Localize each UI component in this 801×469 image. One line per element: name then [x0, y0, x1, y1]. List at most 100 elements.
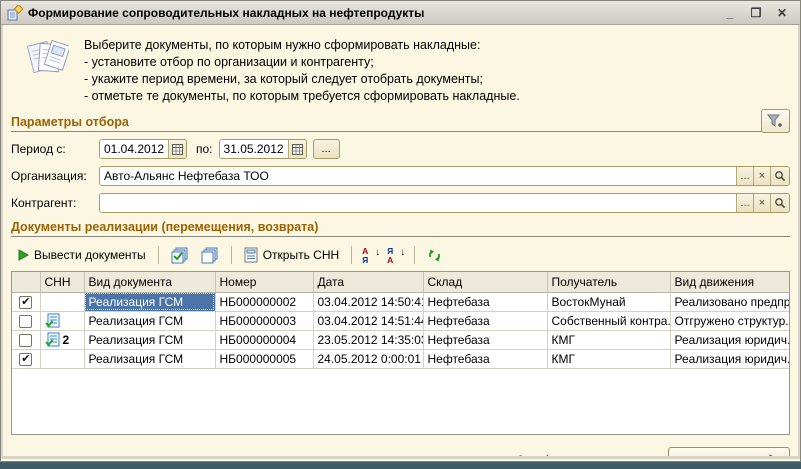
col-warehouse-header[interactable]: Склад — [423, 272, 547, 292]
check-all-button[interactable] — [168, 246, 192, 265]
clear-icon[interactable]: × — [753, 194, 770, 212]
row-checkbox[interactable] — [19, 353, 32, 366]
document-icon — [244, 247, 258, 263]
intro-block: Выберите документы, по которым нужно сфо… — [27, 35, 790, 105]
number-cell[interactable]: НБ000000005 — [215, 349, 313, 368]
documents-section-header: Документы реализации (перемещения, возвр… — [11, 220, 790, 237]
col-check-header[interactable] — [12, 272, 40, 292]
open-snn-label: Открыть СНН — [263, 248, 339, 262]
col-number-header[interactable]: Номер — [215, 272, 313, 292]
movement-cell[interactable]: Реализация юридич... — [670, 349, 789, 368]
warehouse-cell[interactable]: Нефтебаза — [423, 349, 547, 368]
receiver-cell[interactable]: КМГ — [547, 349, 670, 368]
receiver-cell[interactable]: Собственный контра... — [547, 311, 670, 330]
warehouse-cell[interactable]: Нефтебаза — [423, 292, 547, 311]
table-row[interactable]: Реализация ГСМ НБ000000003 03.04.2012 14… — [12, 311, 789, 330]
number-cell[interactable]: НБ000000003 — [215, 311, 313, 330]
receiver-cell[interactable]: КМГ — [547, 330, 670, 349]
col-doc-type-header[interactable]: Вид документа — [84, 272, 215, 292]
row-checkbox[interactable] — [19, 296, 32, 309]
table-row[interactable]: Реализация ГСМ НБ000000005 24.05.2012 0:… — [12, 349, 789, 368]
uncheck-all-icon — [201, 247, 219, 264]
warehouse-cell[interactable]: Нефтебаза — [423, 330, 547, 349]
period-to-input[interactable] — [220, 140, 288, 158]
doc-type-cell[interactable]: Реализация ГСМ — [84, 330, 215, 349]
col-snn-header[interactable]: СНН — [40, 272, 84, 292]
filter-section-header: Параметры отбора — [11, 115, 790, 132]
col-movement-header[interactable]: Вид движения — [670, 272, 789, 292]
col-receiver-header[interactable]: Получатель — [547, 272, 670, 292]
row-checkbox[interactable] — [19, 334, 32, 347]
down-arrow-icon: ↓ — [375, 249, 380, 257]
movement-cell[interactable]: Отгружено структур... — [670, 311, 789, 330]
period-options-button[interactable]: ... — [313, 139, 340, 159]
desktop-background: Формирование сопроводительных накладных … — [0, 0, 801, 469]
check-all-icon — [171, 247, 189, 264]
title-bar[interactable]: Формирование сопроводительных накладных … — [1, 1, 800, 25]
movement-cell[interactable]: Реализовано предпр... — [670, 292, 789, 311]
choose-button[interactable]: ... — [736, 194, 753, 212]
organization-input[interactable] — [100, 167, 736, 185]
sort-descending-button[interactable]: Я А ↓ — [386, 247, 405, 264]
calendar-icon[interactable] — [168, 140, 186, 158]
filter-settings-button[interactable] — [761, 109, 790, 133]
period-from-input[interactable] — [100, 140, 168, 158]
refresh-button[interactable] — [424, 247, 445, 264]
uncheck-all-button[interactable] — [198, 246, 222, 265]
toolbar-separator — [231, 246, 232, 264]
snn-count: 2 — [63, 333, 70, 347]
minimize-button[interactable]: _ — [722, 5, 738, 21]
date-cell[interactable]: 24.05.2012 0:00:01 — [313, 349, 423, 368]
doc-type-cell[interactable]: Реализация ГСМ — [84, 292, 215, 311]
warehouse-cell[interactable]: Нефтебаза — [423, 311, 547, 330]
open-search-icon[interactable] — [770, 194, 789, 212]
open-snn-button[interactable]: Открыть СНН — [241, 246, 342, 264]
row-checkbox[interactable] — [19, 315, 32, 328]
table-row[interactable]: 2 Реализация ГСМ НБ000000004 23.05.2012 … — [12, 330, 789, 349]
number-cell[interactable]: НБ000000002 — [215, 292, 313, 311]
period-from-field[interactable] — [99, 139, 187, 159]
open-search-icon[interactable] — [770, 167, 789, 185]
receiver-cell[interactable]: ВостокМунай — [547, 292, 670, 311]
next-hint-text: Нажмите "Далее", чтобы сформировать СНН — [383, 453, 656, 459]
documents-table: СНН Вид документа Номер Дата Склад Получ… — [11, 271, 790, 435]
next-button[interactable]: Далее — [668, 447, 790, 459]
filter-section-title: Параметры отбора — [11, 115, 129, 129]
footer-row: Нажмите "Далее", чтобы сформировать СНН … — [11, 447, 790, 459]
date-cell[interactable]: 23.05.2012 14:35:03 — [313, 330, 423, 349]
date-cell[interactable]: 03.04.2012 14:50:41 — [313, 292, 423, 311]
movement-cell[interactable]: Реализация юридич... — [670, 330, 789, 349]
choose-button[interactable]: ... — [736, 167, 753, 185]
contragent-row: Контрагент: ... × — [11, 193, 790, 213]
snn-status-icon — [45, 332, 61, 348]
toolbar-separator — [158, 246, 159, 264]
col-date-header[interactable]: Дата — [313, 272, 423, 292]
number-cell[interactable]: НБ000000004 — [215, 330, 313, 349]
section-divider — [11, 236, 790, 237]
date-cell[interactable]: 03.04.2012 14:51:44 — [313, 311, 423, 330]
contragent-input[interactable] — [100, 194, 736, 212]
intro-bullet-3: - отметьте те документы, по которым треб… — [84, 88, 520, 105]
clear-icon[interactable]: × — [753, 167, 770, 185]
refresh-icon — [427, 248, 442, 263]
section-divider — [11, 131, 790, 132]
contragent-field[interactable]: ... × — [99, 193, 790, 213]
intro-bullet-1: - установите отбор по организации и конт… — [84, 54, 520, 71]
window-title: Формирование сопроводительных накладных … — [28, 6, 722, 20]
funnel-icon — [767, 114, 784, 129]
close-button[interactable]: ✕ — [774, 5, 790, 21]
doc-type-cell[interactable]: Реализация ГСМ — [84, 311, 215, 330]
doc-type-cell[interactable]: Реализация ГСМ — [84, 349, 215, 368]
table-row[interactable]: Реализация ГСМ НБ000000002 03.04.2012 14… — [12, 292, 789, 311]
intro-bullet-2: - укажите период времени, за который сле… — [84, 71, 520, 88]
period-to-field[interactable] — [219, 139, 307, 159]
dialog-window: Формирование сопроводительных накладных … — [0, 0, 801, 462]
sort-ascending-button[interactable]: А Я ↓ — [361, 247, 380, 264]
print-documents-button[interactable]: Вывести документы — [15, 247, 149, 263]
organization-field[interactable]: ... × — [99, 166, 790, 186]
print-documents-label: Вывести документы — [34, 248, 146, 262]
toolbar-separator — [351, 246, 352, 264]
calendar-icon[interactable] — [288, 140, 306, 158]
snn-status-icon — [45, 313, 61, 329]
maximize-button[interactable]: ❐ — [748, 5, 764, 21]
